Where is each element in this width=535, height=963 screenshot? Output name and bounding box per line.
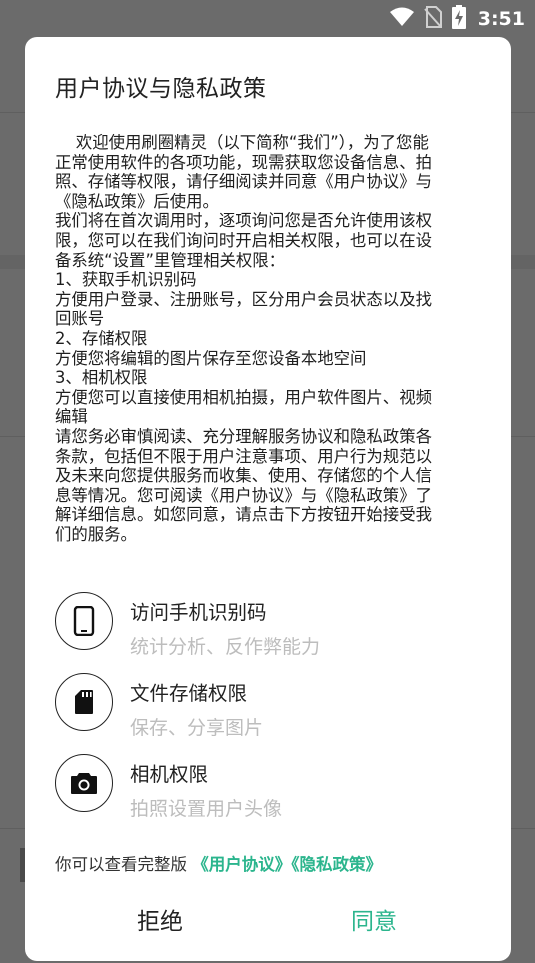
permission-description: 拍照设置用户头像 — [130, 798, 283, 820]
user-agreement-link[interactable]: 《用户协议》 — [192, 855, 291, 874]
no-sim-icon — [423, 6, 442, 32]
links-prefix: 你可以查看完整版 — [55, 855, 187, 874]
dialog-title: 用户协议与隐私政策 — [55, 76, 267, 102]
permission-title: 文件存储权限 — [130, 682, 248, 705]
body-line: 备系统“设置”里管理相关权限： — [55, 250, 286, 270]
status-bar: 3:51 — [0, 0, 535, 38]
dialog-body-text: 欢迎使用刷圈精灵（以下简称“我们”），为了您能 正常使用软件的各项功能，现需获取… — [55, 133, 477, 544]
reject-button[interactable]: 拒绝 — [137, 902, 183, 936]
status-icons: 3:51 — [389, 5, 525, 33]
permission-description: 统计分析、反作弊能力 — [130, 636, 321, 658]
body-line: 照、存储等权限，请仔细阅读并同意《用户协议》与 — [55, 172, 432, 192]
body-line: 正常使用软件的各项功能，现需获取您设备信息、拍 — [55, 152, 432, 172]
body-line: 3、相机权限 — [55, 368, 148, 388]
body-line: 编辑 — [55, 407, 88, 427]
agree-button[interactable]: 同意 — [351, 902, 397, 936]
permission-storage: 文件存储权限 保存、分享图片 — [55, 673, 485, 739]
body-line: 解详细信息。如您同意，请点击下方按钮开始接受我 — [55, 505, 432, 525]
body-line: 方便您将编辑的图片保存至您设备本地空间 — [55, 348, 367, 368]
body-line: 条款，包括但不限于用户注意事项、用户行为规范以 — [55, 446, 432, 466]
body-line: 请您务必审慎阅读、充分理解服务协议和隐私政策各 — [55, 426, 432, 446]
battery-charging-icon — [451, 5, 466, 33]
body-line: 回账号 — [55, 309, 105, 329]
sd-card-icon — [55, 673, 113, 731]
policy-links: 你可以查看完整版 《用户协议》《隐私政策》 — [55, 851, 382, 875]
body-line: 我们将在首次调用时，逐项询问您是否允许使用该权 — [55, 211, 432, 231]
body-line: 息等情况。您可阅读《用户协议》与《隐私政策》了 — [55, 485, 432, 505]
body-line: 2、存储权限 — [55, 328, 148, 348]
status-time: 3:51 — [477, 8, 525, 30]
privacy-dialog: 用户协议与隐私政策 欢迎使用刷圈精灵（以下简称“我们”），为了您能 正常使用软件… — [25, 37, 511, 961]
phone-icon — [55, 592, 113, 650]
body-line: 方便用户登录、注册账号，区分用户会员状态以及找 — [55, 289, 432, 309]
permission-phone-id: 访问手机识别码 统计分析、反作弊能力 — [55, 592, 485, 658]
body-line: 及未来向您提供服务而收集、使用、存储您的个人信 — [55, 466, 432, 486]
permission-title: 访问手机识别码 — [130, 601, 267, 624]
permission-title: 相机权限 — [130, 763, 209, 786]
body-line: 欢迎使用刷圈精灵（以下简称“我们”），为了您能 — [55, 133, 429, 152]
wifi-icon — [389, 7, 414, 31]
body-line: 《隐私政策》后使用。 — [55, 191, 219, 211]
permission-camera: 相机权限 拍照设置用户头像 — [55, 754, 485, 820]
body-line: 1、获取手机识别码 — [55, 270, 197, 290]
body-line: 限，您可以在我们询问时开启相关权限，也可以在设 — [55, 230, 432, 250]
permission-description: 保存、分享图片 — [130, 717, 264, 739]
body-line: 们的服务。 — [55, 524, 137, 544]
camera-icon — [55, 754, 113, 812]
privacy-policy-link[interactable]: 《隐私政策》 — [291, 855, 382, 874]
body-line: 方便您可以直接使用相机拍摄，用户软件图片、视频 — [55, 387, 432, 407]
